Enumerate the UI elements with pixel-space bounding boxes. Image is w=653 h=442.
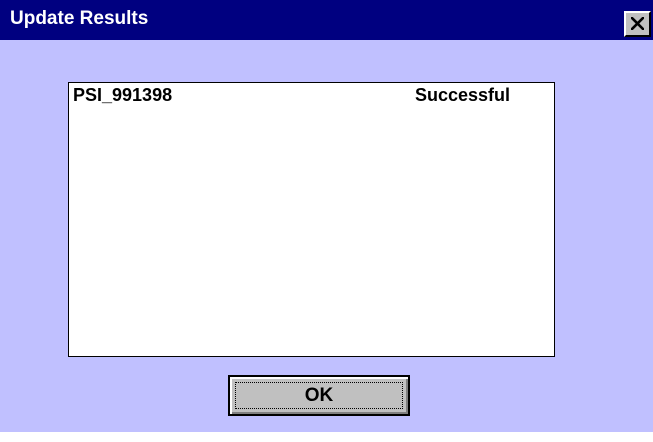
focus-rectangle: OK — [235, 382, 403, 409]
update-results-dialog: Update Results PSI_991398 Successful OK — [0, 0, 653, 442]
ok-button-label: OK — [304, 384, 334, 406]
close-button[interactable] — [624, 11, 651, 37]
result-name: PSI_991398 — [73, 85, 173, 105]
title-bar[interactable]: Update Results — [0, 0, 653, 40]
results-list[interactable]: PSI_991398 Successful — [68, 82, 555, 357]
ok-button[interactable]: OK — [228, 375, 410, 416]
list-item[interactable]: PSI_991398 Successful — [69, 83, 554, 107]
close-icon — [631, 17, 644, 30]
window-title: Update Results — [10, 8, 149, 29]
result-status: Successful — [415, 85, 511, 105]
